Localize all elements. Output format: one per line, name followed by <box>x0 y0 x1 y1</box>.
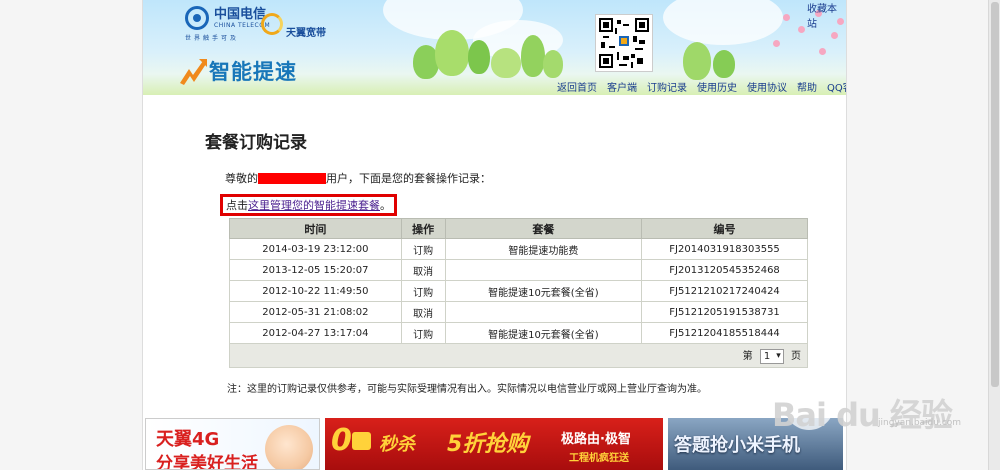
page-title: 套餐订购记录 <box>205 133 307 153</box>
window-scrollbar[interactable] <box>988 0 1000 470</box>
banner-seckill: 秒杀 <box>379 434 415 455</box>
cell-package <box>444 259 643 281</box>
table-row: 2014-03-19 23:12:00 订购 智能提速功能费 FJ2014031… <box>229 238 808 260</box>
cell-time: 2012-05-31 21:08:02 <box>229 301 402 323</box>
speed-arrow-icon <box>177 55 209 87</box>
scrollbar-thumb[interactable] <box>991 2 999 387</box>
nav-orders[interactable]: 订购记录 <box>647 79 687 94</box>
banner-flash-sale[interactable]: 0 秒杀 5折抢购 极路由·极智 工程机疯狂送 <box>325 418 663 470</box>
red-envelope-icon <box>352 432 371 450</box>
banner-zero: 0 <box>331 423 352 458</box>
greeting-prefix: 尊敬的 <box>225 172 258 185</box>
pager-suffix: 页 <box>791 351 801 363</box>
cell-package: 智能提速10元套餐(全省) <box>444 322 643 344</box>
cell-time: 2012-10-22 11:49:50 <box>229 280 402 302</box>
pager-prefix: 第 <box>742 351 753 363</box>
banner-4g-title: 天翼4G <box>156 429 220 450</box>
col-header-number: 编号 <box>641 218 808 239</box>
nav-agreement[interactable]: 使用协议 <box>747 79 787 94</box>
tianyi-swirl-icon <box>261 12 283 35</box>
brand-title: 智能提速 <box>209 60 297 84</box>
banner-half-price: 5折抢购 <box>447 432 529 457</box>
tianyi-logo: 天翼宽带 <box>261 8 326 39</box>
greeting: 尊敬的 用户，下面是您的套餐操作记录： <box>225 171 825 187</box>
cell-number: FJ2013120545352468 <box>641 259 808 281</box>
col-header-action: 操作 <box>400 218 446 239</box>
nav-qq-support[interactable]: QQ客服 <box>827 79 846 94</box>
nav-history[interactable]: 使用历史 <box>697 79 737 94</box>
brand: 智能提速 <box>177 55 297 87</box>
nav-home[interactable]: 返回首页 <box>557 79 597 94</box>
page-container: 中国电信 CHINA TELECOM 世界触手可及 天翼宽带 智能提速 收藏本站… <box>142 0 847 470</box>
qr-code <box>595 14 653 72</box>
cell-action: 订购 <box>400 280 446 302</box>
cell-time: 2014-03-19 23:12:00 <box>229 238 402 260</box>
table-row: 2012-04-27 13:17:04 订购 智能提速10元套餐(全省) FJ5… <box>229 322 808 344</box>
col-header-time: 时间 <box>229 218 402 239</box>
table-row: 2012-05-31 21:08:02 取消 FJ512120519153873… <box>229 301 808 323</box>
cell-number: FJ5121204185518444 <box>641 322 808 344</box>
cell-number: FJ20140319183035​55 <box>641 238 808 260</box>
nav-client[interactable]: 客户端 <box>607 79 637 94</box>
banner-router-tag2: 工程机疯狂送 <box>569 453 629 464</box>
col-header-package: 套餐 <box>444 218 643 239</box>
watermark-url: jingyan.baidu.com <box>878 418 962 428</box>
cell-action: 订购 <box>400 322 446 344</box>
disclaimer-note: 注：这里的订购记录仅供参考，可能与实际受理情况有出入。实际情况以电信营业厅或网上… <box>227 384 707 395</box>
china-telecom-logo: 中国电信 CHINA TELECOM <box>185 6 270 30</box>
header-banner: 中国电信 CHINA TELECOM 世界触手可及 天翼宽带 智能提速 收藏本站… <box>143 0 846 95</box>
cell-time: 2012-04-27 13:17:04 <box>229 322 402 344</box>
manage-prefix: 点击 <box>226 199 248 212</box>
cell-number: FJ5121205191538731 <box>641 301 808 323</box>
table-row: 2012-10-22 11:49:50 订购 智能提速10元套餐(全省) FJ5… <box>229 280 808 302</box>
cell-action: 取消 <box>400 301 446 323</box>
manage-package-link[interactable]: 这里管理您的智能提速套餐 <box>248 199 380 212</box>
cell-time: 2013-12-05 15:20:07 <box>229 259 402 281</box>
cell-action: 取消 <box>400 259 446 281</box>
top-nav: 返回首页 客户端 订购记录 使用历史 使用协议 帮助 QQ客服 <box>557 79 846 94</box>
redacted-username <box>258 173 326 184</box>
manage-package-box: 点击这里管理您的智能提速套餐。 <box>220 194 397 216</box>
favorite-link[interactable]: 收藏本站 <box>807 0 846 30</box>
main-content: 套餐订购记录 尊敬的 用户，下面是您的套餐操作记录： 点击这里管理您的智能提速套… <box>205 128 825 395</box>
nav-help[interactable]: 帮助 <box>797 79 817 94</box>
cell-number: FJ5121210217240424 <box>641 280 808 302</box>
cell-package: 智能提速功能费 <box>444 238 643 260</box>
cell-package <box>444 301 643 323</box>
pager-row: 第 1 页 <box>229 343 808 368</box>
manage-suffix: 。 <box>380 199 391 212</box>
table-row: 2013-12-05 15:20:07 取消 FJ201312054535246… <box>229 259 808 281</box>
pager-cell: 第 1 页 <box>229 343 808 368</box>
cell-package: 智能提速10元套餐(全省) <box>444 280 643 302</box>
baidu-watermark: Bai du 经验 jingyan.baidu.com <box>758 380 962 436</box>
greeting-suffix: 用户，下面是您的套餐操作记录： <box>326 172 491 185</box>
cell-action: 订购 <box>400 238 446 260</box>
telecom-slogan: 世界触手可及 <box>185 35 240 42</box>
banner-4g-subtitle: 分享美好生活 <box>156 454 258 470</box>
banner-router-tag: 极路由·极智 <box>561 432 631 447</box>
table-header-row: 时间 操作 套餐 编号 <box>229 218 808 239</box>
telecom-logo-icon <box>185 6 209 30</box>
watermark-text: Bai du 经验 <box>772 396 953 434</box>
tianyi-label: 天翼宽带 <box>286 28 326 39</box>
page-select[interactable]: 1 <box>759 348 784 364</box>
orders-table: 时间 操作 套餐 编号 2014-03-19 23:12:00 订购 智能提速功… <box>229 218 808 368</box>
baby-photo <box>265 425 313 469</box>
banner-tianyi-4g[interactable]: 天翼4G 分享美好生活 <box>145 418 320 470</box>
